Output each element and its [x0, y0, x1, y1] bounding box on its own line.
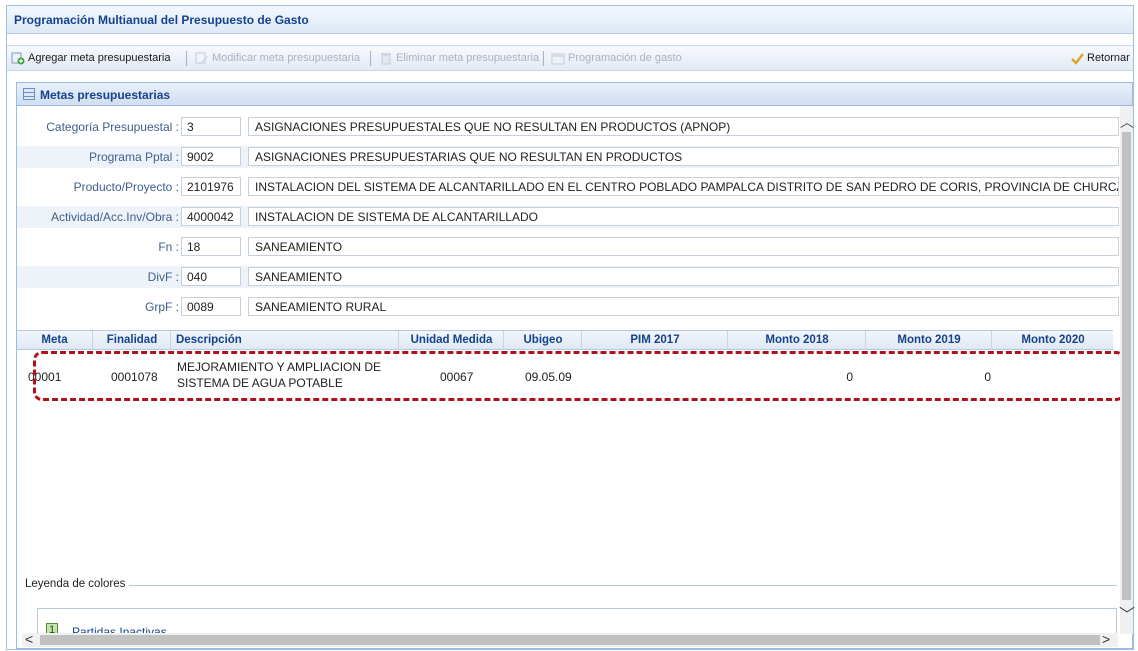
producto-code-field[interactable]: 2101976: [181, 177, 241, 196]
return-icon: [1071, 53, 1084, 65]
expense-programming-button[interactable]: Programación de gasto: [551, 51, 682, 65]
trash-icon: [381, 53, 391, 65]
actividad-row: Actividad/Acc.Inv/Obra : 4000042 INSTALA…: [17, 206, 1119, 228]
add-goal-icon: [11, 52, 25, 65]
delete-goal-button[interactable]: Eliminar meta presupuestaria: [379, 51, 539, 65]
grpf-desc-field[interactable]: SANEAMIENTO RURAL: [248, 297, 1119, 316]
column-header-ubigeo[interactable]: Ubigeo: [505, 331, 582, 350]
title-bar: Programación Multianual del Presupuesto …: [7, 6, 1133, 34]
toolbar-separator: [370, 51, 371, 66]
expense-programming-label: Programación de gasto: [568, 52, 682, 64]
actividad-label: Actividad/Acc.Inv/Obra :: [50, 210, 179, 224]
delete-goal-label: Eliminar meta presupuestaria: [396, 52, 540, 64]
divf-desc-field[interactable]: SANEAMIENTO: [248, 267, 1119, 286]
scroll-down-icon[interactable]: ﹀: [1119, 601, 1135, 625]
table-row[interactable]: 00001 0001078 MEJORAMIENTO Y AMPLIACION …: [17, 353, 1113, 397]
grpf-row: GrpF : 0089 SANEAMIENTO RURAL: [17, 296, 1119, 318]
modify-goal-button[interactable]: Modificar meta presupuestaria: [195, 51, 360, 65]
actividad-code-field[interactable]: 4000042: [181, 207, 241, 226]
categoria-desc-field[interactable]: ASIGNACIONES PRESUPUESTALES QUE NO RESUL…: [248, 117, 1119, 136]
panel-header: Metas presupuestarias: [17, 83, 1132, 106]
categoria-row: Categoría Presupuestal : 3 ASIGNACIONES …: [17, 116, 1119, 138]
panel-title: Metas presupuestarias: [40, 88, 171, 102]
toolbar-separator: [186, 51, 187, 66]
fn-row: Fn : 18 SANEAMIENTO: [17, 236, 1119, 258]
grpf-label: GrpF :: [144, 300, 179, 314]
add-goal-label: Agregar meta presupuestaria: [28, 52, 171, 64]
column-header-monto-2018[interactable]: Monto 2018: [729, 331, 866, 350]
toolbar: Agregar meta presupuestaria Modificar me…: [7, 45, 1133, 71]
categoria-label: Categoría Presupuestal :: [46, 120, 179, 134]
producto-row: Producto/Proyecto : 2101976 INSTALACION …: [17, 176, 1119, 198]
scroll-left-icon[interactable]: <: [25, 631, 33, 647]
column-header-unidad-medida[interactable]: Unidad Medida: [400, 331, 504, 350]
categoria-code-field[interactable]: 3: [181, 117, 241, 136]
column-header-finalidad[interactable]: Finalidad: [94, 331, 171, 350]
cell-unidad-medida: 00067: [440, 370, 474, 384]
cell-ubigeo: 09.05.09: [525, 370, 572, 384]
fn-label: Fn :: [158, 240, 179, 254]
cell-finalidad: 0001078: [111, 370, 158, 384]
horizontal-scroll-thumb[interactable]: [40, 635, 1100, 645]
edit-icon: [195, 52, 208, 64]
toolbar-separator: [543, 51, 544, 66]
actividad-desc-field[interactable]: INSTALACION DE SISTEMA DE ALCANTARILLADO: [248, 207, 1119, 226]
cell-descripcion-line2: SISTEMA DE AGUA POTABLE: [177, 376, 343, 390]
column-header-monto-2020[interactable]: Monto 2020: [993, 331, 1113, 350]
add-goal-button[interactable]: Agregar meta presupuestaria: [11, 51, 170, 65]
fn-desc-field[interactable]: SANEAMIENTO: [248, 237, 1119, 256]
programa-code-field[interactable]: 9002: [181, 147, 241, 166]
return-button[interactable]: Retornar: [1070, 51, 1130, 65]
horizontal-scrollbar[interactable]: < >: [22, 631, 1118, 647]
grid-icon: [23, 88, 35, 100]
scroll-right-icon[interactable]: >: [1102, 631, 1110, 647]
programa-row: Programa Pptal : 9002 ASIGNACIONES PRESU…: [17, 146, 1119, 168]
main-window: Programación Multianual del Presupuesto …: [6, 5, 1135, 650]
divf-code-field[interactable]: 040: [181, 267, 241, 286]
window-title: Programación Multianual del Presupuesto …: [14, 13, 309, 27]
cell-descripcion-line1: MEJORAMIENTO Y AMPLIACION DE: [177, 360, 382, 374]
fn-code-field[interactable]: 18: [181, 237, 241, 256]
programa-label: Programa Pptal :: [88, 150, 179, 164]
table-header: Meta Finalidad Descripción Unidad Medida…: [17, 330, 1113, 350]
grpf-code-field[interactable]: 0089: [181, 297, 241, 316]
producto-label: Producto/Proyecto :: [73, 180, 179, 194]
divf-row: DivF : 040 SANEAMIENTO: [17, 266, 1119, 288]
divf-label: DivF :: [147, 270, 179, 284]
calendar-icon: [551, 53, 565, 65]
column-header-monto-2019[interactable]: Monto 2019: [867, 331, 992, 350]
cell-meta: 00001: [28, 370, 62, 384]
column-header-meta[interactable]: Meta: [17, 331, 93, 350]
column-header-descripcion[interactable]: Descripción: [172, 331, 399, 350]
programa-desc-field[interactable]: ASIGNACIONES PRESUPUESTARIAS QUE NO RESU…: [248, 147, 1119, 166]
cell-monto-2019: 0: [984, 370, 991, 384]
goals-panel: Metas presupuestarias Categoría Presupue…: [16, 82, 1135, 649]
scroll-up-icon[interactable]: ︿: [1120, 112, 1134, 132]
return-label: Retornar: [1087, 52, 1130, 64]
producto-desc-field[interactable]: INSTALACION DEL SISTEMA DE ALCANTARILLAD…: [248, 177, 1119, 196]
modify-goal-label: Modificar meta presupuestaria: [212, 52, 360, 64]
column-header-pim-2017[interactable]: PIM 2017: [583, 331, 728, 350]
cell-monto-2018: 0: [846, 370, 853, 384]
vertical-scrollbar[interactable]: ︿: [1120, 106, 1134, 634]
vertical-scroll-thumb[interactable]: [1122, 132, 1131, 600]
legend-title: Leyenda de colores: [21, 578, 130, 590]
